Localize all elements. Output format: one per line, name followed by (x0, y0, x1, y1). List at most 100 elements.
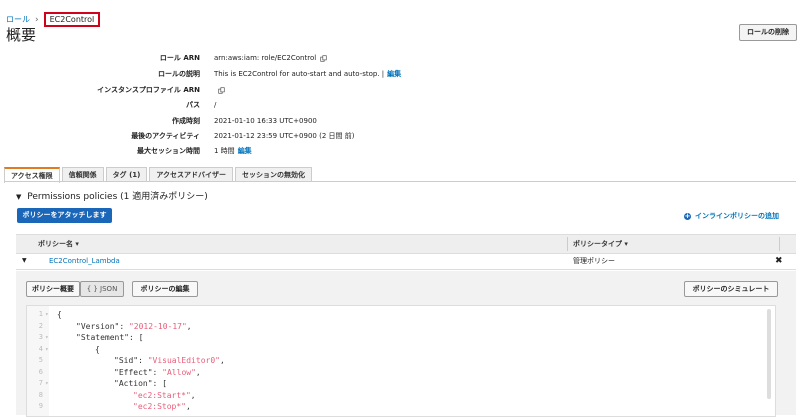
json-token: , (195, 367, 201, 377)
delete-role-button[interactable]: ロールの削除 (739, 24, 797, 41)
summary-label: インスタンスプロファイル ARN (97, 86, 200, 94)
summary-label: ロールの説明 (158, 70, 200, 78)
breadcrumb-separator: › (35, 14, 39, 25)
table-row[interactable]: ▼ EC2Control_Lambda 管理ポリシー ✖ (16, 253, 796, 270)
summary-value-text: arn:aws:iam: role/EC2Control (214, 54, 317, 62)
column-policy-name[interactable]: ポリシー名 ▾ (38, 235, 79, 253)
policy-table-header: ポリシー名 ▾ ポリシータイプ ▾ (16, 234, 796, 254)
line-number: 7 (38, 379, 43, 387)
summary-value (214, 85, 225, 95)
edit-link[interactable]: 編集 (238, 147, 252, 155)
tab-divider (4, 181, 796, 182)
line-number-gutter: 1 2 3 4 5 6 7 8 9 (27, 306, 49, 416)
json-string: "ec2:Stop*" (133, 402, 186, 411)
line-number: 6 (38, 367, 43, 376)
page-title: 概要 (6, 26, 37, 44)
json-token: , (186, 321, 192, 331)
column-divider (779, 237, 780, 251)
json-string: "VisualEditor0" (147, 356, 220, 365)
json-string: "2012-10-17" (128, 321, 187, 331)
summary-row: ロールの説明 This is EC2Control for auto-start … (0, 69, 800, 79)
summary-label: 最後のアクティビティ (131, 132, 200, 140)
summary-row: インスタンスプロファイル ARN (0, 85, 800, 95)
summary-row: ロール ARN arn:aws:iam: role/EC2Control (0, 53, 800, 63)
summary-value-text: / (214, 101, 217, 109)
summary-value: 1 時間 編集 (214, 146, 252, 156)
line-number: 2 (38, 321, 43, 330)
summary-value-text: This is EC2Control for auto-start and au… (214, 70, 385, 78)
summary-value: 2021-01-12 23:59 UTC+0900 (2 日間 前) (214, 131, 354, 141)
policy-name-link[interactable]: EC2Control_Lambda (49, 253, 120, 269)
code-line: "Action": [ (114, 378, 167, 389)
summary-row: 最後のアクティビティ 2021-01-12 23:59 UTC+0900 (2 日… (0, 131, 800, 141)
fold-toggle-icon[interactable]: ▾ (45, 309, 49, 320)
code-line: "Effect": "Allow", (114, 367, 201, 378)
policy-summary-button[interactable]: ポリシー概要 (26, 281, 80, 297)
breadcrumb-current: EC2Control (43, 12, 101, 27)
json-token: { (95, 344, 100, 354)
code-line: { (95, 344, 100, 355)
copy-icon[interactable] (218, 86, 225, 94)
summary-value-text: 2021-01-10 16:33 UTC+0900 (214, 117, 317, 125)
summary-row: 作成時刻 2021-01-10 16:33 UTC+0900 (0, 116, 800, 126)
json-policy-editor[interactable]: 1 2 3 4 5 6 7 8 9 ▾ {"Version": "2012-10-17", ▾ "St… (26, 305, 776, 417)
summary-value: / (214, 100, 216, 110)
summary-value-text: 2021-01-12 23:59 UTC+0900 (2 日間 前) (214, 132, 355, 140)
json-string: "ec2:Start*" (133, 390, 191, 400)
line-number: 5 (38, 356, 43, 364)
attach-policies-button[interactable]: ポリシーをアタッチします (17, 208, 112, 223)
code-line: "Sid": "VisualEditor0", (114, 355, 225, 366)
summary-label: ロール ARN (159, 54, 200, 62)
line-number: 3 (38, 333, 43, 341)
json-token: { (57, 310, 62, 319)
summary-row: 最大セッション時間 1 時間 編集 (0, 146, 800, 156)
summary-row: パス / (0, 100, 800, 110)
code-line: "ec2:Stop*", (133, 401, 191, 412)
tab-bar: アクセス権限 信頼関係 タグ (1) アクセスアドバイザー セッションの無効化 (4, 167, 314, 183)
add-inline-policy-link[interactable]: + インラインポリシーの追加 (684, 211, 779, 221)
line-number: 9 (38, 402, 43, 410)
fold-toggle-icon[interactable]: ▾ (45, 332, 49, 343)
fold-toggle-icon[interactable]: ▾ (45, 378, 49, 389)
json-string: "Allow" (162, 367, 196, 377)
permissions-policies-heading[interactable]: ▼ Permissions policies (1 適用済みポリシー) (16, 189, 208, 202)
edit-policy-button[interactable]: ポリシーの編集 (132, 281, 198, 297)
summary-label: 最大セッション時間 (137, 147, 200, 155)
json-token: "Effect": (114, 367, 163, 377)
edit-link[interactable]: 編集 (387, 70, 401, 78)
simulate-policy-button[interactable]: ポリシーのシミュレート (684, 281, 778, 297)
json-token: , (185, 402, 191, 411)
summary-value-text: 1 時間 (214, 147, 235, 155)
code-line: "Statement": [ (76, 332, 143, 343)
policy-type: 管理ポリシー (573, 257, 615, 265)
editor-scrollbar[interactable] (767, 309, 771, 399)
summary-value: arn:aws:iam: role/EC2Control (214, 53, 327, 63)
fold-toggle-icon[interactable]: ▾ (45, 344, 49, 355)
json-token: "Version": (76, 321, 129, 331)
summary-value: This is EC2Control for auto-start and au… (214, 69, 401, 79)
tab-2[interactable]: タグ (1) (105, 167, 148, 182)
line-number: 4 (38, 344, 43, 353)
column-divider (567, 237, 568, 251)
copy-icon[interactable] (320, 54, 327, 62)
tab-3[interactable]: アクセスアドバイザー (149, 167, 234, 182)
summary-label: パス (186, 101, 200, 109)
code-line: "Version": "2012-10-17", (76, 321, 192, 332)
plus-circle-icon: + (684, 211, 691, 220)
json-token: "Statement": [ (76, 333, 144, 342)
collapse-caret-icon: ▼ (16, 193, 22, 201)
line-number: 1 (38, 310, 43, 318)
tab-4[interactable]: セッションの無効化 (235, 167, 313, 182)
json-toggle-button[interactable]: { } JSON (80, 281, 124, 297)
summary-label: 作成時刻 (172, 117, 200, 125)
json-token: "Action": [ (114, 379, 167, 388)
tab-1[interactable]: 信頼関係 (61, 167, 104, 182)
remove-policy-icon[interactable]: ✖ (775, 253, 783, 269)
summary-value: 2021-01-10 16:33 UTC+0900 (214, 116, 317, 126)
column-policy-type[interactable]: ポリシータイプ ▾ (573, 235, 628, 253)
code-line: { (57, 309, 62, 320)
json-token: "Sid": (114, 356, 148, 365)
expand-row-icon[interactable]: ▼ (22, 253, 27, 269)
json-token: , (219, 356, 225, 365)
code-line: "ec2:Start*", (133, 390, 196, 401)
